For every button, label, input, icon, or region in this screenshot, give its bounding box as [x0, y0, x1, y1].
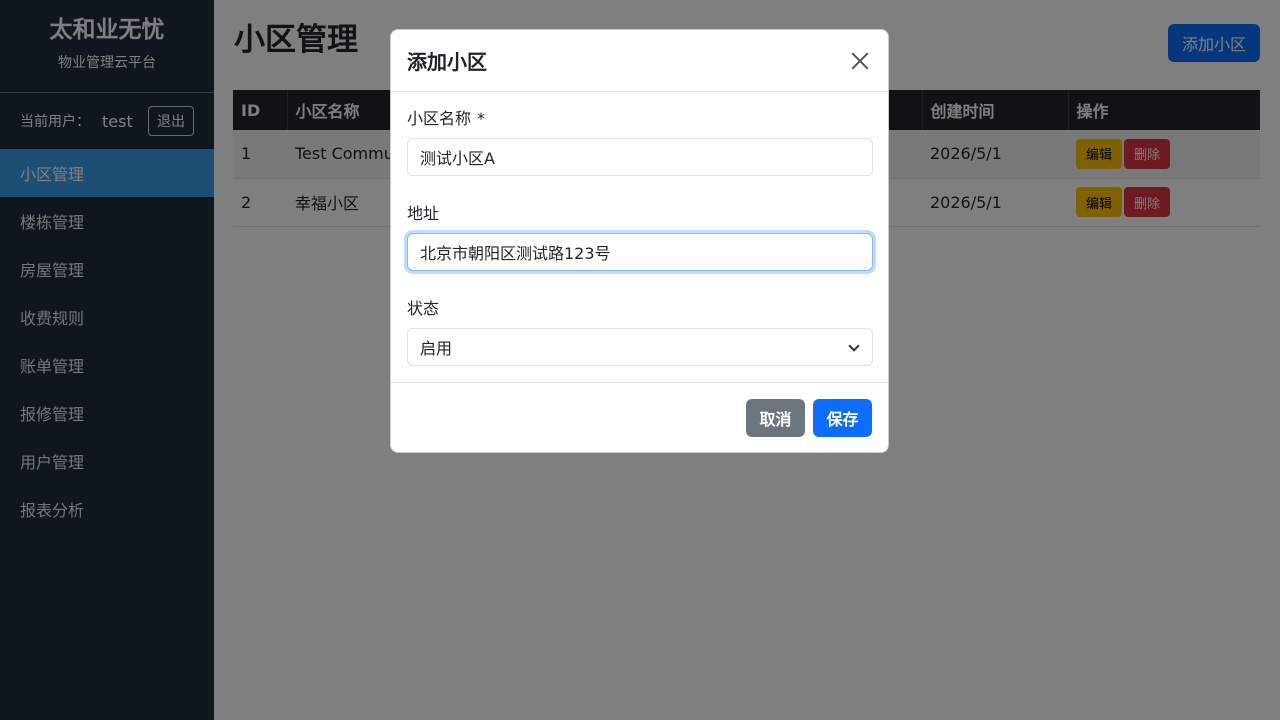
modal-title: 添加小区: [407, 50, 487, 74]
status-select-value: 启用: [407, 328, 873, 366]
status-field-group: 状态 启用: [407, 299, 873, 366]
modal-footer: 取消 保存: [391, 383, 888, 453]
close-icon[interactable]: [848, 49, 872, 73]
save-button[interactable]: 保存: [813, 399, 872, 437]
cancel-button[interactable]: 取消: [746, 399, 805, 437]
community-name-input[interactable]: 测试小区A: [407, 138, 873, 176]
address-field-group: 地址 北京市朝阳区测试路123号: [407, 204, 873, 271]
add-community-modal: 添加小区 小区名称 * 测试小区A 地址 北京市朝阳区测试路123号 状态 启用 …: [390, 29, 889, 453]
modal-body: 小区名称 * 测试小区A 地址 北京市朝阳区测试路123号 状态 启用: [391, 92, 888, 383]
name-label-text: 小区名称: [407, 109, 472, 128]
modal-header: 添加小区: [391, 30, 888, 92]
status-field-label: 状态: [407, 299, 440, 318]
address-input[interactable]: 北京市朝阳区测试路123号: [407, 233, 873, 271]
name-field-group: 小区名称 * 测试小区A: [407, 109, 873, 176]
status-select[interactable]: 启用: [407, 328, 873, 366]
address-field-label: 地址: [407, 204, 440, 223]
required-mark: *: [477, 109, 486, 128]
name-field-label: 小区名称 *: [407, 109, 872, 129]
